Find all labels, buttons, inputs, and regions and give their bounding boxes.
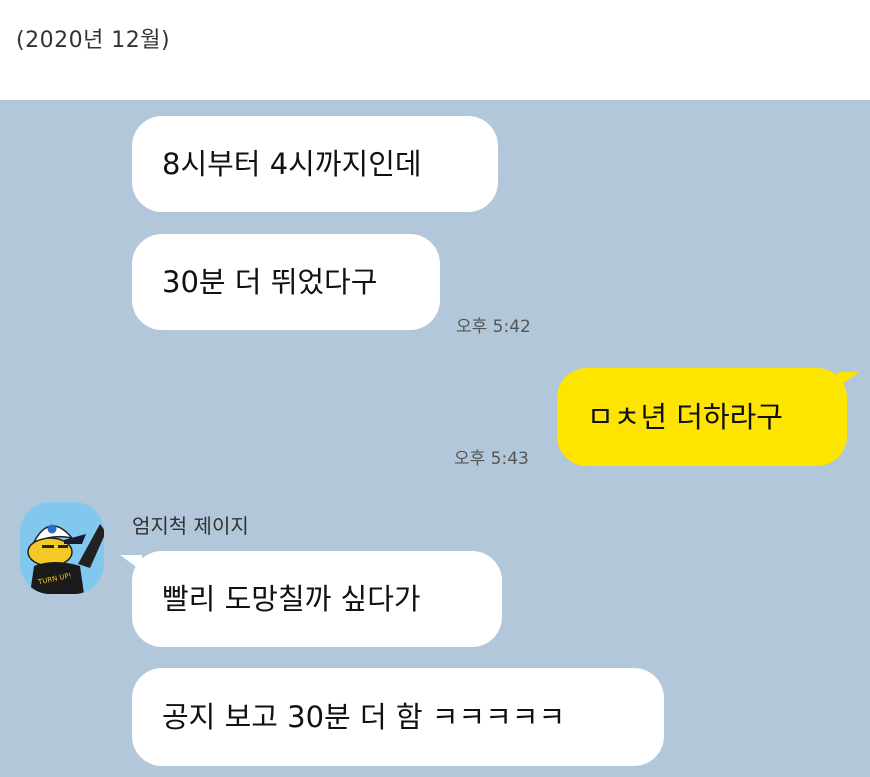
- message-text: ㅁㅊ년 더하라구: [587, 399, 783, 434]
- bubble-tail: [120, 555, 142, 571]
- message-bubble[interactable]: 빨리 도망칠까 싶다가: [120, 551, 502, 647]
- chat-area[interactable]: 8시부터 4시까지인데 30분 더 뛰었다구 오후 5:42 ㅁㅊ년 더하라구 …: [0, 100, 870, 777]
- cartoon-character-avatar-icon: TURN UP!: [27, 524, 104, 594]
- bubble-tail: [837, 372, 859, 388]
- message-bubble[interactable]: 공지 보고 30분 더 함 ㅋㅋㅋㅋㅋ: [132, 668, 664, 766]
- sender-name: 엄지척 제이지: [132, 514, 249, 538]
- date-caption: (2020년 12월): [16, 28, 171, 53]
- message-text: 8시부터 4시까지인데: [162, 146, 422, 181]
- message-bubble[interactable]: ㅁㅊ년 더하라구: [557, 368, 859, 466]
- message-text: 30분 더 뛰었다구: [162, 264, 378, 299]
- avatar[interactable]: TURN UP!: [20, 502, 104, 594]
- message-text: 빨리 도망칠까 싶다가: [162, 581, 421, 616]
- message-bubble[interactable]: 8시부터 4시까지인데: [132, 116, 498, 212]
- message-bubble[interactable]: 30분 더 뛰었다구: [132, 234, 440, 330]
- message-timestamp: 오후 5:42: [456, 317, 531, 337]
- message-timestamp: 오후 5:43: [454, 449, 529, 469]
- message-text: 공지 보고 30분 더 함 ㅋㅋㅋㅋㅋ: [162, 699, 566, 734]
